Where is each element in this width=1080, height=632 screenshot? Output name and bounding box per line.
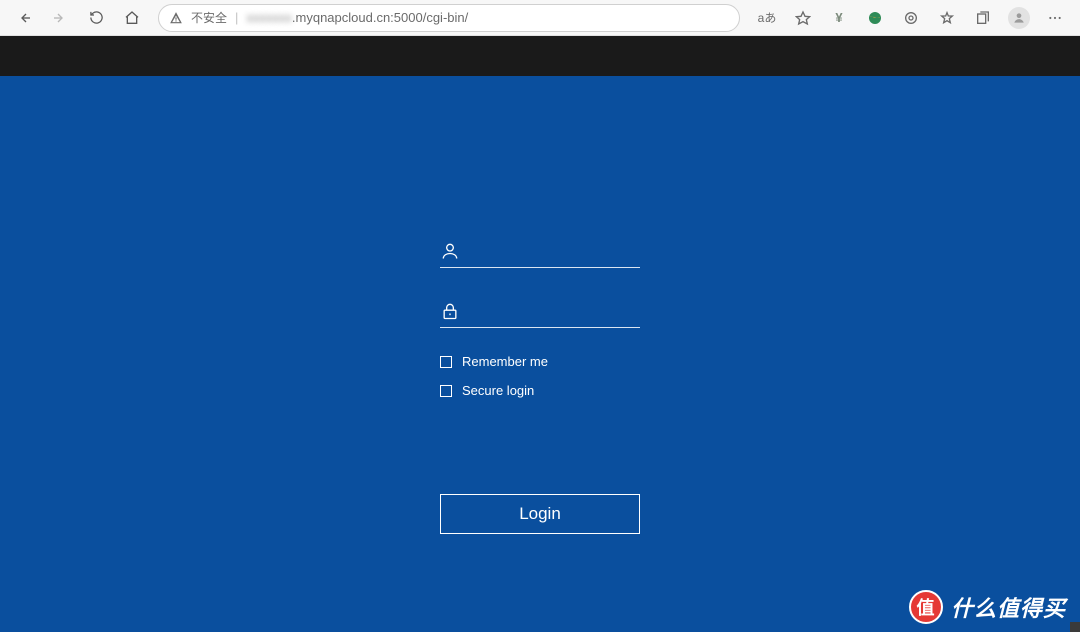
avatar-icon <box>1008 7 1030 29</box>
address-url-blurred: xxxxxxx <box>246 10 292 25</box>
login-form: Remember me Secure login Login <box>440 234 640 534</box>
favorite-button[interactable] <box>786 4 820 32</box>
address-url-visible: .myqnapcloud.cn:5000/cgi-bin/ <box>292 10 468 25</box>
watermark: 值 什么值得买 <box>909 590 1066 624</box>
checkbox-icon <box>440 356 452 368</box>
more-horizontal-icon <box>1047 10 1063 26</box>
watermark-badge-icon: 值 <box>909 590 943 624</box>
user-icon <box>440 241 460 261</box>
page-viewport: Remember me Secure login Login 值 什么值得买 <box>0 36 1080 632</box>
home-icon <box>124 10 140 26</box>
toolbar-right-group: aあ ¥ <box>750 4 1072 32</box>
resize-handle-icon <box>1070 622 1080 632</box>
page-header-strip <box>0 36 1080 76</box>
collections-button[interactable] <box>966 4 1000 32</box>
profile-button[interactable] <box>1002 4 1036 32</box>
lock-icon <box>440 301 460 321</box>
remember-me-checkbox[interactable]: Remember me <box>440 354 640 369</box>
secure-login-checkbox[interactable]: Secure login <box>440 383 640 398</box>
insecure-warning-icon <box>169 11 183 25</box>
nav-refresh-button[interactable] <box>80 4 112 32</box>
collections-icon <box>975 10 991 26</box>
nav-back-button[interactable] <box>8 4 40 32</box>
more-button[interactable] <box>1038 4 1072 32</box>
nav-home-button[interactable] <box>116 4 148 32</box>
secure-login-label: Secure login <box>462 383 534 398</box>
reading-mode-button[interactable]: aあ <box>750 4 784 32</box>
globe-icon <box>867 10 883 26</box>
login-page: Remember me Secure login Login 值 什么值得买 <box>0 76 1080 632</box>
reading-mode-icon: aあ <box>758 9 777 26</box>
insecure-label: 不安全 <box>191 9 227 26</box>
address-separator: | <box>235 10 238 25</box>
password-input[interactable] <box>470 303 651 319</box>
arrow-right-icon <box>52 10 68 26</box>
yen-icon: ¥ <box>835 10 842 25</box>
refresh-icon <box>89 10 104 25</box>
puzzle-icon <box>903 10 919 26</box>
browser-toolbar: 不安全 | xxxxxxx.myqnapcloud.cn:5000/cgi-bi… <box>0 0 1080 36</box>
favorites-bar-button[interactable] <box>930 4 964 32</box>
extensions-button[interactable] <box>894 4 928 32</box>
address-bar[interactable]: 不安全 | xxxxxxx.myqnapcloud.cn:5000/cgi-bi… <box>158 4 740 32</box>
address-url: xxxxxxx.myqnapcloud.cn:5000/cgi-bin/ <box>246 10 468 25</box>
star-add-icon <box>795 10 811 26</box>
username-input[interactable] <box>470 243 651 259</box>
password-field[interactable] <box>440 294 640 328</box>
arrow-left-icon <box>16 10 32 26</box>
nav-forward-button[interactable] <box>44 4 76 32</box>
remember-me-label: Remember me <box>462 354 548 369</box>
login-button[interactable]: Login <box>440 494 640 534</box>
star-plus-icon <box>939 10 955 26</box>
extension-yen-button[interactable]: ¥ <box>822 4 856 32</box>
checkbox-icon <box>440 385 452 397</box>
watermark-text: 什么值得买 <box>951 591 1066 623</box>
extension-globe-button[interactable] <box>858 4 892 32</box>
username-field[interactable] <box>440 234 640 268</box>
